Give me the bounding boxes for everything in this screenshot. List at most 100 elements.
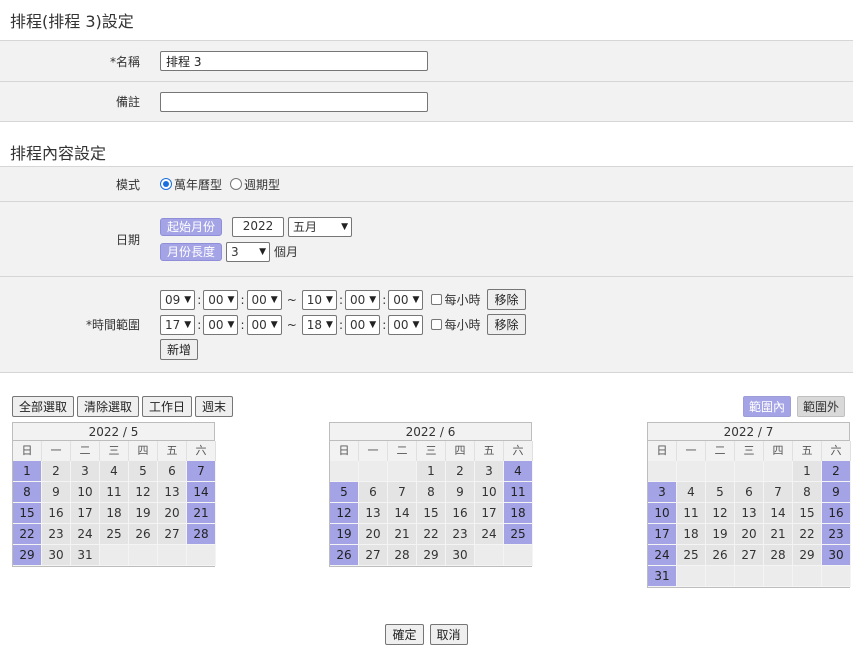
- calendar-day[interactable]: 20: [158, 503, 187, 524]
- calendar-day[interactable]: 29: [793, 545, 822, 566]
- calendar-day[interactable]: 14: [187, 482, 216, 503]
- calendar-day[interactable]: 6: [735, 482, 764, 503]
- calendar-day[interactable]: 15: [13, 503, 42, 524]
- calendar-day[interactable]: 3: [475, 461, 504, 482]
- calendar-day[interactable]: 5: [129, 461, 158, 482]
- calendar-day[interactable]: 15: [417, 503, 446, 524]
- end-minute-select[interactable]: 00 ▼: [345, 314, 381, 335]
- end-hour-select[interactable]: 10 ▼: [301, 289, 337, 310]
- calendar-day[interactable]: 19: [330, 524, 359, 545]
- start-minute-select[interactable]: 00 ▼: [203, 314, 239, 335]
- calendar-day[interactable]: 24: [475, 524, 504, 545]
- calendar-day[interactable]: 31: [71, 545, 100, 566]
- calendar-day[interactable]: 25: [677, 545, 706, 566]
- calendar-day[interactable]: 10: [648, 503, 677, 524]
- hourly-checkbox[interactable]: [431, 319, 443, 330]
- calendar-day[interactable]: 14: [764, 503, 793, 524]
- calendar-day[interactable]: 9: [446, 482, 475, 503]
- calendar-day[interactable]: 17: [475, 503, 504, 524]
- end-second-select[interactable]: 00 ▼: [388, 314, 424, 335]
- end-minute-select[interactable]: 00 ▼: [345, 289, 381, 310]
- add-time-range-button[interactable]: 新增: [160, 339, 199, 360]
- calendar-day[interactable]: 10: [475, 482, 504, 503]
- calendar-day[interactable]: 19: [129, 503, 158, 524]
- calendar-day[interactable]: 8: [13, 482, 42, 503]
- calendar-day[interactable]: 10: [71, 482, 100, 503]
- calendar-day[interactable]: 16: [822, 503, 851, 524]
- calendar-day[interactable]: 7: [764, 482, 793, 503]
- start-second-select[interactable]: 00 ▼: [246, 289, 282, 310]
- calendar-day[interactable]: 21: [187, 503, 216, 524]
- calendar-day[interactable]: 24: [648, 545, 677, 566]
- calendar-day[interactable]: 1: [13, 461, 42, 482]
- calendar-day[interactable]: 4: [504, 461, 533, 482]
- clear-selection-button[interactable]: 清除選取: [77, 396, 140, 417]
- calendar-day[interactable]: 3: [71, 461, 100, 482]
- calendar-day[interactable]: 22: [417, 524, 446, 545]
- calendar-day[interactable]: 9: [42, 482, 71, 503]
- in-range-button[interactable]: 範圍內: [742, 396, 791, 417]
- calendar-day[interactable]: 6: [359, 482, 388, 503]
- calendar-day[interactable]: 13: [158, 482, 187, 503]
- calendar-day[interactable]: 28: [187, 524, 216, 545]
- calendar-day[interactable]: 12: [706, 503, 735, 524]
- start-minute-select[interactable]: 00 ▼: [203, 289, 239, 310]
- calendar-day[interactable]: 21: [388, 524, 417, 545]
- calendar-day[interactable]: 6: [158, 461, 187, 482]
- remove-button[interactable]: 移除: [487, 289, 526, 310]
- calendar-day[interactable]: 20: [735, 524, 764, 545]
- calendar-day[interactable]: 26: [330, 545, 359, 566]
- calendar-day[interactable]: 22: [793, 524, 822, 545]
- calendar-day[interactable]: 18: [504, 503, 533, 524]
- out-range-button[interactable]: 範圍外: [796, 396, 845, 417]
- calendar-day[interactable]: 1: [417, 461, 446, 482]
- confirm-button[interactable]: 確定: [385, 624, 424, 645]
- calendar-day[interactable]: 18: [100, 503, 129, 524]
- calendar-day[interactable]: 18: [677, 524, 706, 545]
- calendar-day[interactable]: 16: [446, 503, 475, 524]
- calendar-day[interactable]: 23: [822, 524, 851, 545]
- calendar-day[interactable]: 5: [330, 482, 359, 503]
- remove-button[interactable]: 移除: [487, 314, 526, 335]
- calendar-day[interactable]: 23: [446, 524, 475, 545]
- calendar-day[interactable]: 15: [793, 503, 822, 524]
- calendar-day[interactable]: 28: [388, 545, 417, 566]
- calendar-day[interactable]: 29: [417, 545, 446, 566]
- start-hour-select[interactable]: 09 ▼: [160, 289, 196, 310]
- calendar-day[interactable]: 16: [42, 503, 71, 524]
- calendar-day[interactable]: 25: [100, 524, 129, 545]
- calendar-day[interactable]: 12: [129, 482, 158, 503]
- calendar-day[interactable]: 31: [648, 566, 677, 587]
- calendar-day[interactable]: 28: [764, 545, 793, 566]
- calendar-day[interactable]: 30: [822, 545, 851, 566]
- hourly-checkbox[interactable]: [431, 294, 443, 305]
- calendar-day[interactable]: 30: [42, 545, 71, 566]
- calendar-day[interactable]: 11: [677, 503, 706, 524]
- calendar-day[interactable]: 19: [706, 524, 735, 545]
- calendar-day[interactable]: 23: [42, 524, 71, 545]
- end-hour-select[interactable]: 18 ▼: [301, 314, 337, 335]
- start-hour-select[interactable]: 17 ▼: [160, 314, 196, 335]
- calendar-day[interactable]: 17: [71, 503, 100, 524]
- calendar-day[interactable]: 11: [100, 482, 129, 503]
- calendar-day[interactable]: 4: [100, 461, 129, 482]
- calendar-day[interactable]: 13: [735, 503, 764, 524]
- mode-radio-calendar[interactable]: 萬年曆型: [160, 176, 222, 193]
- calendar-day[interactable]: 4: [677, 482, 706, 503]
- calendar-day[interactable]: 8: [793, 482, 822, 503]
- note-input[interactable]: [160, 91, 428, 112]
- calendar-day[interactable]: 27: [735, 545, 764, 566]
- start-month-select[interactable]: 五月 ▼: [288, 216, 353, 237]
- name-input[interactable]: 排程 3: [160, 51, 428, 71]
- calendar-day[interactable]: 13: [359, 503, 388, 524]
- calendar-day[interactable]: 9: [822, 482, 851, 503]
- calendar-day[interactable]: 17: [648, 524, 677, 545]
- calendar-day[interactable]: 2: [42, 461, 71, 482]
- calendar-day[interactable]: 1: [793, 461, 822, 482]
- calendar-day[interactable]: 12: [330, 503, 359, 524]
- calendar-day[interactable]: 27: [359, 545, 388, 566]
- calendar-day[interactable]: 3: [648, 482, 677, 503]
- calendar-day[interactable]: 26: [706, 545, 735, 566]
- calendar-day[interactable]: 20: [359, 524, 388, 545]
- calendar-day[interactable]: 14: [388, 503, 417, 524]
